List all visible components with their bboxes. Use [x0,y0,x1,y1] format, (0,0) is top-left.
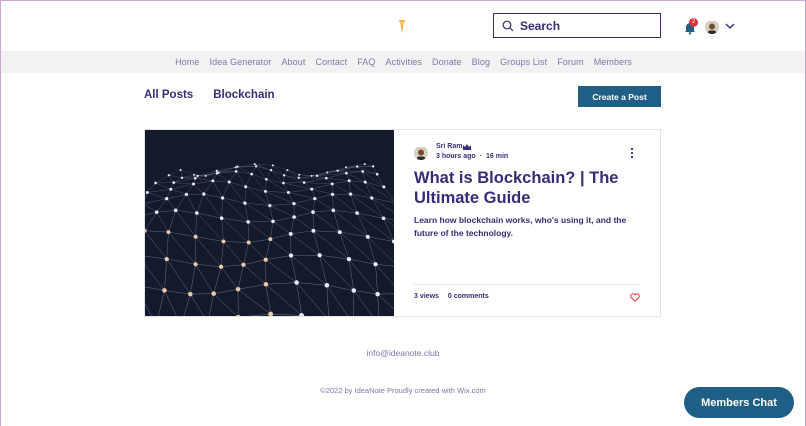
members-chat-button[interactable]: Members Chat [684,387,794,418]
notification-badge: 2 [689,18,698,27]
meta-separator: · [479,153,483,160]
post-cover-image[interactable] [145,130,394,316]
blog-category-tabs: All Posts Blockchain [144,89,275,101]
frame-border-top [0,0,806,1]
author-name[interactable]: Sri Ram [436,143,462,150]
search-icon [502,20,514,31]
author-avatar-icon [414,147,428,160]
nav-item-donate[interactable]: Donate [432,57,462,67]
post-card[interactable]: Sri Ram 3 hours ago · 16 min What is Block… [144,129,661,317]
author-avatar[interactable] [414,146,428,160]
blockchain-network-image [145,130,394,316]
avatar-icon [705,21,719,34]
nav-item-groups-list[interactable]: Groups List [500,57,547,67]
nav-item-members[interactable]: Members [594,57,632,67]
create-post-button[interactable]: Create a Post [578,86,661,107]
post-divider [414,284,640,285]
nav-item-blog[interactable]: Blog [472,57,490,67]
nav-item-home[interactable]: Home [175,57,199,67]
crown-icon [463,144,471,150]
post-stats: 3 views 0 comments [414,293,489,300]
post-time: 3 hours ago [436,153,476,160]
notifications-button[interactable]: 2 [683,18,698,35]
nav-item-faq[interactable]: FAQ [357,57,375,67]
more-options-icon[interactable] [630,147,634,159]
footer-email-link[interactable]: info@ideanote.club [0,348,806,358]
post-title[interactable]: What is Blockchain? | The Ultimate Guide [414,168,644,208]
post-comments[interactable]: 0 comments [448,293,489,300]
site-logo-icon[interactable] [397,19,407,35]
post-read-time: 16 min [486,153,509,160]
nav-item-about[interactable]: About [281,57,305,67]
main-navigation: Home Idea Generator About Contact FAQ Ac… [1,51,805,73]
nav-item-idea-generator[interactable]: Idea Generator [209,57,271,67]
user-avatar[interactable] [705,20,719,34]
post-views: 3 views [414,293,439,300]
footer-copyright: ©2022 by IdeaNote Proudly created with W… [320,386,486,395]
nav-item-contact[interactable]: Contact [315,57,347,67]
post-body: Sri Ram 3 hours ago · 16 min What is Block… [394,130,660,316]
search-input[interactable] [520,18,650,33]
nav-item-forum[interactable]: Forum [557,57,584,67]
search-box[interactable] [493,13,661,38]
nav-item-activities[interactable]: Activities [386,57,423,67]
tab-all-posts[interactable]: All Posts [144,89,193,101]
post-excerpt: Learn how blockchain works, who's using … [414,215,627,238]
tab-blockchain[interactable]: Blockchain [213,89,274,101]
post-meta: 3 hours ago · 16 min [436,153,508,160]
chevron-down-icon[interactable] [725,22,735,30]
heart-icon[interactable] [630,293,640,302]
